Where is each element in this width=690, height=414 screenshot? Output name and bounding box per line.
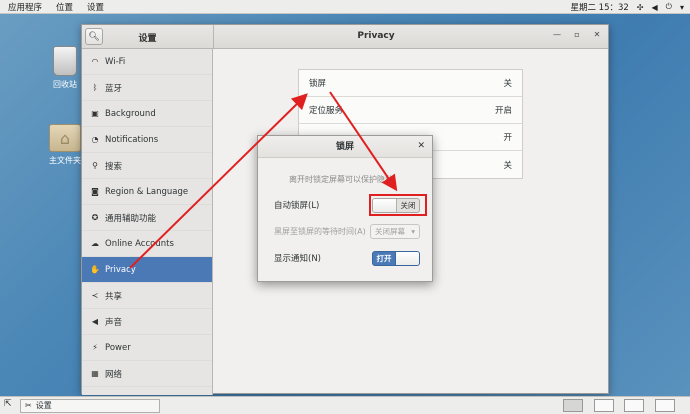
sidebar-item-1[interactable]: ᛒ 蓝牙: [82, 75, 212, 101]
sidebar-item-notifications[interactable]: ◔ Notifications: [82, 127, 212, 153]
privacy-row-value: 关: [503, 160, 512, 171]
privacy-row-location[interactable]: 定位服务 开启: [299, 97, 522, 124]
lock-delay-row: 黑屏至锁屏的等待时间(A) 关闭屏幕 ▾: [274, 222, 420, 240]
clock[interactable]: 星期二 15：32: [570, 1, 628, 13]
volume-icon[interactable]: ◀: [652, 3, 658, 12]
privacy-row-value: 关: [503, 79, 512, 89]
switch-state-label: 打开: [376, 253, 392, 263]
speaker-icon: ◀: [91, 317, 99, 326]
taskbar: ⇱ ✂ 设置: [0, 396, 690, 414]
sidebar-item-label: 搜索: [105, 161, 123, 172]
privacy-row-value: 开启: [494, 106, 512, 116]
switch-knob: [395, 251, 419, 265]
chevron-down-icon[interactable]: ▾: [680, 3, 684, 12]
network-icon[interactable]: ✣: [637, 3, 644, 12]
auto-lock-label: 自动锁屏(L): [274, 201, 320, 211]
panel-title: Privacy: [357, 31, 395, 41]
search-icon: ⚲: [92, 161, 98, 170]
cloud-icon: ☁: [91, 239, 99, 248]
dialog-title: 锁屏: [258, 136, 432, 158]
sidebar-item-label: 共享: [105, 291, 123, 302]
lock-delay-dropdown[interactable]: 关闭屏幕 ▾: [370, 223, 420, 239]
close-button[interactable]: ✕: [590, 30, 604, 39]
taskbar-settings-label: 设置: [35, 401, 52, 410]
trash-icon: [53, 46, 77, 76]
lock-delay-label: 黑屏至锁屏的等待时间(A): [274, 226, 366, 236]
dialog-description: 离开时锁定屏幕可以保护隐私。: [289, 175, 401, 184]
taskbar-settings-button[interactable]: ✂ 设置: [20, 398, 160, 413]
sidebar-item-label: Background: [105, 108, 156, 119]
sidebar-item-label: 网络: [105, 369, 123, 380]
privacy-row-value: 开: [503, 133, 512, 143]
show-notifications-switch[interactable]: 打开: [372, 250, 420, 266]
sidebar-item-4[interactable]: ⚲ 搜索: [82, 153, 212, 179]
sidebar-item-label: Online Accounts: [105, 238, 174, 249]
sidebar-item-wi-fi[interactable]: ◠ Wi-Fi: [82, 49, 212, 75]
places-menu[interactable]: 位置: [56, 1, 73, 13]
privacy-row-label: 锁屏: [309, 79, 327, 89]
sidebar-item-label: 通用辅助功能: [105, 213, 157, 224]
power-icon: ⚡: [92, 343, 98, 352]
bell-icon: ◔: [91, 135, 99, 144]
privacy-row-screen-lock[interactable]: 锁屏 关: [299, 70, 522, 97]
sidebar-item-label: 蓝牙: [105, 83, 123, 94]
sidebar-item-online-accounts[interactable]: ☁ Online Accounts: [82, 231, 212, 257]
sidebar-item-label: Power: [105, 342, 131, 353]
accessibility-icon: ✪: [91, 213, 99, 222]
show-desktop-icon[interactable]: ⇱: [4, 399, 12, 409]
lock-delay-value: 关闭屏幕: [375, 226, 405, 236]
power-icon[interactable]: ⏻: [666, 2, 672, 12]
settings-sidebar: ◠ Wi-Fi ᛒ 蓝牙 ▣ Background ◔ Notifications ⚲ 搜索 ◙ Re…: [82, 49, 213, 395]
workspace-4[interactable]: [655, 399, 675, 412]
chevron-down-icon: ▾: [411, 226, 415, 236]
sidebar-item-label: 声音: [105, 317, 123, 328]
background-icon: ▣: [91, 109, 99, 118]
privacy-row-label: 定位服务: [309, 106, 344, 116]
sidebar-item-6[interactable]: ✪ 通用辅助功能: [82, 205, 212, 231]
settings-menu[interactable]: 设置: [87, 1, 104, 13]
network-icon: ▦: [91, 369, 99, 378]
sidebar-item-9[interactable]: ≺ 共享: [82, 283, 212, 309]
sidebar-item-12[interactable]: ▦ 网络: [82, 361, 212, 387]
bluetooth-icon: ᛒ: [92, 83, 98, 92]
home-folder-icon: ⌂: [49, 124, 81, 152]
top-bar: 应用程序 位置 设置 星期二 15：32 ✣ ◀ ⏻ ▾: [0, 0, 690, 14]
workspace-3[interactable]: [624, 399, 644, 412]
share-icon: ≺: [91, 291, 99, 300]
maximize-button[interactable]: ▫: [570, 30, 584, 39]
sidebar-title: 设置: [138, 34, 157, 44]
camera-icon: ◙: [91, 187, 99, 196]
sidebar-item-label: Region & Language: [105, 186, 189, 197]
sidebar-item-label: Wi-Fi: [105, 56, 126, 67]
show-notifications-label: 显示通知(N): [274, 254, 321, 264]
show-notifications-row: 显示通知(N) 打开: [274, 249, 420, 267]
dialog-close-icon[interactable]: ✕: [417, 141, 425, 151]
workspace-1[interactable]: [563, 399, 583, 412]
sidebar-item-region-language[interactable]: ◙ Region & Language: [82, 179, 212, 205]
window-titlebar[interactable]: 🔍︎ 设置 Privacy — ▫ ✕: [82, 25, 608, 49]
annotation-highlight-box: [369, 194, 427, 216]
sidebar-item-power[interactable]: ⚡ Power: [82, 335, 212, 361]
sidebar-item-background[interactable]: ▣ Background: [82, 101, 212, 127]
settings-tools-icon: ✂: [25, 401, 32, 410]
sidebar-item-label: Notifications: [105, 134, 159, 145]
hand-icon: ✋: [90, 265, 100, 274]
sidebar-item-privacy[interactable]: ✋ Privacy: [82, 257, 212, 283]
sidebar-item-10[interactable]: ◀ 声音: [82, 309, 212, 335]
sidebar-item-label: Privacy: [105, 264, 136, 275]
applications-menu[interactable]: 应用程序: [8, 1, 42, 13]
wifi-icon: ◠: [91, 57, 99, 66]
workspace-2[interactable]: [594, 399, 614, 412]
minimize-button[interactable]: —: [550, 30, 564, 39]
